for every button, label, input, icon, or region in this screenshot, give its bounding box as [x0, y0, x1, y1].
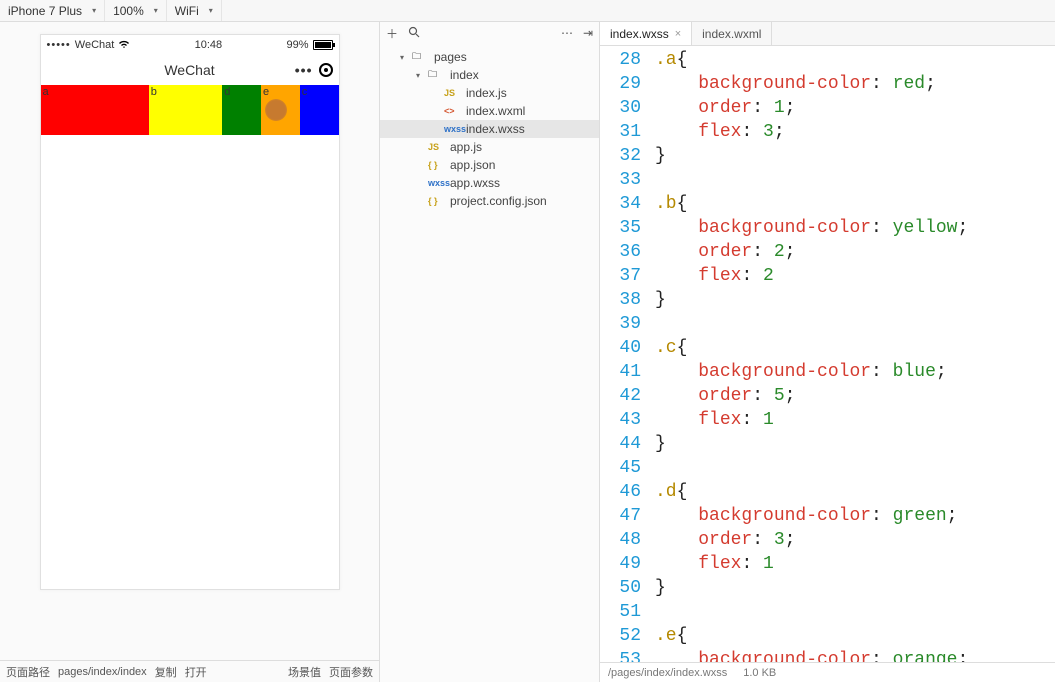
code-line: 33 — [600, 168, 1055, 192]
box-a: a — [41, 85, 149, 135]
chevron-down-icon: ▾ — [154, 6, 158, 15]
code-line: 40.c{ — [600, 336, 1055, 360]
more-icon[interactable]: ••• — [295, 62, 313, 78]
wifi-icon — [118, 39, 130, 52]
nav-bar: WeChat ••• — [41, 55, 339, 85]
code-line: 39 — [600, 312, 1055, 336]
network-label: WiFi — [175, 4, 199, 18]
search-icon[interactable] — [408, 26, 420, 41]
network-selector[interactable]: WiFi ▾ — [167, 0, 222, 21]
code-line: 38} — [600, 288, 1055, 312]
touch-indicator-icon — [265, 99, 287, 121]
code-line: 48 order: 3; — [600, 528, 1055, 552]
device-frame: ••••• WeChat 10:48 99% We — [40, 34, 340, 590]
file-tree: ▾🗀pages ▾🗀index JSindex.js <>index.wxml … — [380, 44, 599, 214]
code-line: 42 order: 5; — [600, 384, 1055, 408]
tab-label: index.wxss — [610, 27, 669, 41]
code-line: 52.e{ — [600, 624, 1055, 648]
nav-title: WeChat — [164, 62, 214, 78]
device-selector[interactable]: iPhone 7 Plus ▾ — [0, 0, 105, 21]
file-project-config[interactable]: { }project.config.json — [380, 192, 599, 210]
code-line: 49 flex: 1 — [600, 552, 1055, 576]
file-app-json[interactable]: { }app.json — [380, 156, 599, 174]
code-line: 53 background-color: orange; — [600, 648, 1055, 662]
simulator-panel: ••••• WeChat 10:48 99% We — [0, 22, 380, 682]
file-app-wxss[interactable]: wxssapp.wxss — [380, 174, 599, 192]
open-link[interactable]: 打开 — [185, 664, 207, 680]
code-line: 43 flex: 1 — [600, 408, 1055, 432]
code-line: 37 flex: 2 — [600, 264, 1055, 288]
code-line: 50} — [600, 576, 1055, 600]
code-line: 46.d{ — [600, 480, 1055, 504]
copy-link[interactable]: 复制 — [155, 664, 177, 680]
more-icon[interactable]: ⋯ — [561, 26, 573, 40]
file-size: 1.0 KB — [743, 667, 776, 679]
file-index-js[interactable]: JSindex.js — [380, 84, 599, 102]
tab-index-wxml[interactable]: index.wxml — [692, 22, 772, 45]
zoom-label: 100% — [113, 4, 144, 18]
status-bar: ••••• WeChat 10:48 99% — [41, 35, 339, 55]
folder-index[interactable]: ▾🗀index — [380, 66, 599, 84]
editor-panel: index.wxss × index.wxml 28.a{29 backgrou… — [600, 22, 1055, 682]
box-d: d — [222, 85, 261, 135]
code-line: 45 — [600, 456, 1055, 480]
box-e: e — [261, 85, 300, 135]
scene-link[interactable]: 场景值 — [288, 664, 321, 680]
signal-dots: ••••• — [47, 39, 71, 51]
tab-label: index.wxml — [702, 27, 761, 41]
code-line: 36 order: 2; — [600, 240, 1055, 264]
battery-percent: 99% — [286, 39, 308, 51]
file-index-wxss[interactable]: wxssindex.wxss — [380, 120, 599, 138]
editor-tabs: index.wxss × index.wxml — [600, 22, 1055, 46]
collapse-icon[interactable]: ⇥ — [583, 26, 593, 40]
carrier-label: WeChat — [75, 39, 115, 51]
editor-status-bar: /pages/index/index.wxss 1.0 KB — [600, 662, 1055, 682]
code-editor[interactable]: 28.a{29 background-color: red;30 order: … — [600, 46, 1055, 662]
code-line: 44} — [600, 432, 1055, 456]
device-label: iPhone 7 Plus — [8, 4, 82, 18]
file-explorer: ＋ ⋯ ⇥ ▾🗀pages ▾🗀index JSindex.js <>index… — [380, 22, 600, 682]
battery-icon — [313, 40, 333, 50]
code-line: 28.a{ — [600, 48, 1055, 72]
code-line: 47 background-color: green; — [600, 504, 1055, 528]
box-c: c — [300, 85, 339, 135]
zoom-selector[interactable]: 100% ▾ — [105, 0, 167, 21]
new-file-icon[interactable]: ＋ — [386, 25, 398, 42]
chevron-down-icon: ▾ — [209, 6, 213, 15]
flex-demo: a b c d e — [41, 85, 339, 135]
file-path: /pages/index/index.wxss — [608, 667, 727, 679]
top-toolbar: iPhone 7 Plus ▾ 100% ▾ WiFi ▾ — [0, 0, 1055, 22]
file-index-wxml[interactable]: <>index.wxml — [380, 102, 599, 120]
code-line: 32} — [600, 144, 1055, 168]
close-icon[interactable]: × — [675, 28, 681, 40]
params-link[interactable]: 页面参数 — [329, 664, 373, 680]
chevron-down-icon: ▾ — [92, 6, 96, 15]
path-label: 页面路径 — [6, 664, 50, 680]
tab-index-wxss[interactable]: index.wxss × — [600, 22, 692, 45]
clock-label: 10:48 — [195, 39, 223, 51]
code-line: 41 background-color: blue; — [600, 360, 1055, 384]
simulator-footer: 页面路径 pages/index/index 复制 打开 场景值 页面参数 — [0, 660, 379, 682]
code-line: 31 flex: 3; — [600, 120, 1055, 144]
box-b: b — [149, 85, 223, 135]
code-line: 30 order: 1; — [600, 96, 1055, 120]
explorer-toolbar: ＋ ⋯ ⇥ — [380, 22, 599, 44]
box-e-label: e — [263, 86, 269, 98]
file-app-js[interactable]: JSapp.js — [380, 138, 599, 156]
code-line: 35 background-color: yellow; — [600, 216, 1055, 240]
folder-pages[interactable]: ▾🗀pages — [380, 48, 599, 66]
code-line: 29 background-color: red; — [600, 72, 1055, 96]
page-path: pages/index/index — [58, 666, 147, 678]
code-line: 34.b{ — [600, 192, 1055, 216]
target-icon[interactable] — [319, 63, 333, 77]
code-line: 51 — [600, 600, 1055, 624]
